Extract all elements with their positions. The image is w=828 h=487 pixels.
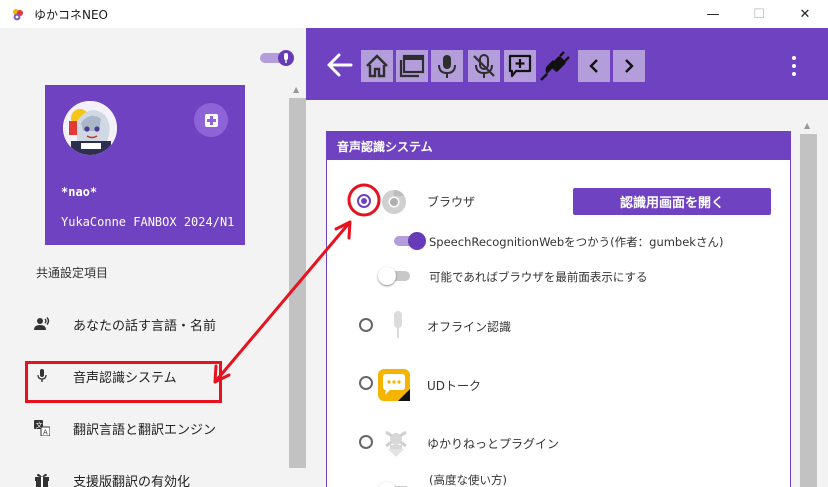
add-comment-button[interactable] xyxy=(504,50,536,82)
radio-offline[interactable] xyxy=(359,318,373,332)
connect-button[interactable] xyxy=(539,50,571,82)
sidebar-item-supporter[interactable]: 支援版翻訳の有効化 xyxy=(26,465,286,487)
main-toolbar xyxy=(306,28,828,100)
content-scrollbar[interactable]: ▲ xyxy=(800,121,817,487)
minimize-button[interactable]: — xyxy=(690,0,736,28)
back-arrow-icon xyxy=(327,53,353,77)
home-button[interactable] xyxy=(361,50,393,82)
sidebar-scrollbar[interactable]: ▲ xyxy=(289,85,306,468)
sidebar-mic-toggle[interactable] xyxy=(260,50,294,66)
home-icon xyxy=(366,54,388,78)
open-recognition-page-button[interactable]: 認識用画面を開く xyxy=(573,188,771,215)
add-profile-icon xyxy=(204,113,218,127)
app-window: ゆかコネNEO — ☐ ✕ *nao* YukaConne FANBOX 202… xyxy=(0,0,828,487)
previous-button[interactable] xyxy=(578,50,610,82)
advanced-usage-label: (高度な使い方) xyxy=(429,473,507,487)
next-button[interactable] xyxy=(613,50,645,82)
profile-card[interactable]: *nao* YukaConne FANBOX 2024/N1 xyxy=(45,85,245,245)
app-logo-icon xyxy=(11,7,25,21)
close-button[interactable]: ✕ xyxy=(782,0,828,28)
scrollbar-thumb[interactable] xyxy=(289,98,306,468)
microphone-icon xyxy=(284,53,288,63)
mic-on-button[interactable] xyxy=(431,50,463,82)
maximize-button[interactable]: ☐ xyxy=(736,0,782,28)
radio-plugin[interactable] xyxy=(359,435,373,449)
annotation-highlight-box xyxy=(25,361,222,403)
scrollbar-thumb[interactable] xyxy=(800,134,817,487)
chrome-icon xyxy=(378,186,410,218)
setting-label-speechrecognitionweb: SpeechRecognitionWebをつかう(作者：gumbekさん) xyxy=(429,235,724,249)
sidebar-item-label: あなたの話す言語・名前 xyxy=(73,318,217,334)
radio-udtalk[interactable] xyxy=(359,376,373,390)
back-button[interactable] xyxy=(325,50,355,80)
window-title: ゆかコネNEO xyxy=(34,7,109,22)
title-bar: ゆかコネNEO — ☐ ✕ xyxy=(0,0,828,28)
profile-subtitle: YukaConne FANBOX 2024/N1 xyxy=(61,215,235,229)
microphone-icon xyxy=(382,309,414,341)
option-label-udtalk: UDトーク xyxy=(427,379,482,393)
toggle-browser-front[interactable] xyxy=(378,267,412,285)
plugin-icon xyxy=(380,427,412,459)
setting-label-browser-front: 可能であればブラウザを最前面表示にする xyxy=(429,270,648,284)
mic-off-button[interactable] xyxy=(468,50,500,82)
gift-icon xyxy=(26,472,58,487)
speech-recognition-card: 音声認識システム ブラウザ 認識用画面を開く SpeechRecognition… xyxy=(326,131,791,487)
more-vertical-icon[interactable] xyxy=(790,56,798,76)
toggle-advanced[interactable] xyxy=(378,482,412,487)
avatar[interactable] xyxy=(63,101,117,155)
option-label-browser: ブラウザ xyxy=(427,195,476,209)
microphone-off-icon xyxy=(473,54,495,78)
translate-icon: 文 A xyxy=(26,420,58,436)
radio-browser[interactable] xyxy=(357,194,371,208)
add-comment-icon xyxy=(508,54,532,78)
card-header: 音声認識システム xyxy=(327,132,790,160)
voice-person-icon xyxy=(26,317,58,331)
sidebar-item-translation[interactable]: 文 A 翻訳言語と翻訳エンジン xyxy=(26,413,286,443)
option-label-offline: オフライン認識 xyxy=(427,320,512,334)
udtalk-icon xyxy=(378,369,410,401)
window-icon xyxy=(399,54,425,78)
settings-content: 音声認識システム ブラウザ 認識用画面を開く SpeechRecognition… xyxy=(306,100,828,487)
sidebar: *nao* YukaConne FANBOX 2024/N1 共通設定項目 あな… xyxy=(0,28,306,487)
window-button[interactable] xyxy=(396,50,428,82)
add-profile-button[interactable] xyxy=(194,103,228,137)
scroll-up-icon[interactable]: ▲ xyxy=(804,121,810,130)
chevron-left-icon xyxy=(589,59,598,73)
sidebar-item-label: 翻訳言語と翻訳エンジン xyxy=(73,422,217,438)
svg-text:A: A xyxy=(43,428,48,436)
settings-section-label: 共通設定項目 xyxy=(36,266,109,280)
toggle-speechrecognitionweb[interactable] xyxy=(392,232,426,250)
chevron-right-icon xyxy=(625,59,634,73)
plug-icon xyxy=(540,51,570,81)
sidebar-item-label: 支援版翻訳の有効化 xyxy=(73,474,191,487)
scroll-up-icon[interactable]: ▲ xyxy=(293,85,299,94)
sidebar-item-language-name[interactable]: あなたの話す言語・名前 xyxy=(26,309,286,339)
microphone-icon xyxy=(438,55,456,78)
profile-name: *nao* xyxy=(61,185,98,199)
option-label-plugin: ゆかりねっとプラグイン xyxy=(427,437,560,451)
